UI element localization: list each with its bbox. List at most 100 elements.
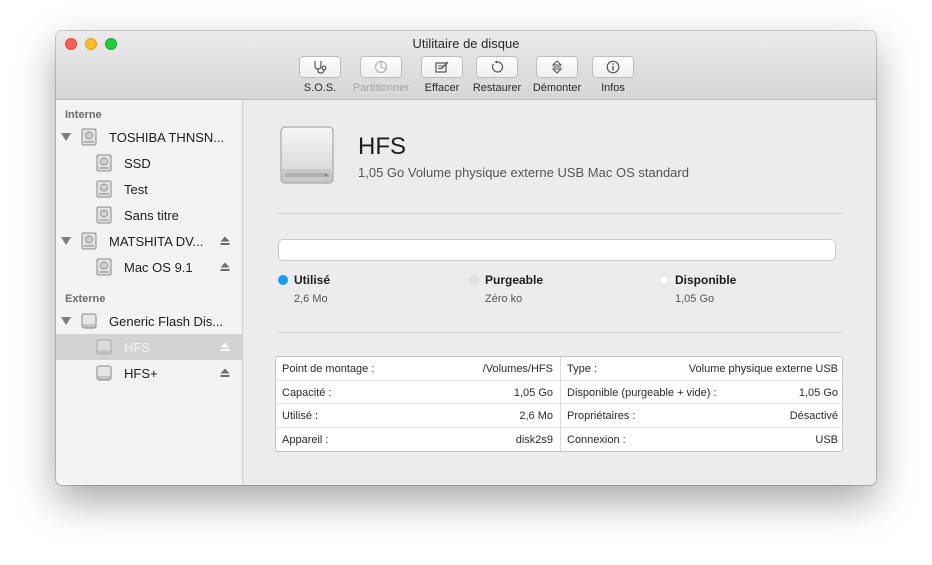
main-panel: HFS 1,05 Go Volume physique externe USB …	[243, 100, 876, 485]
divider	[277, 213, 843, 214]
info-label: Infos	[601, 82, 625, 94]
sidebar-item-ssd[interactable]: SSD	[56, 150, 242, 176]
external-volume-icon	[96, 339, 112, 355]
sidebar-item-hfs[interactable]: HFS	[56, 334, 242, 360]
sidebar-item-label: TOSHIBA THNSN...	[109, 130, 225, 145]
sidebar: Interne TOSHIBA THNSN... SSD Test Sans t…	[56, 100, 243, 485]
external-disk-icon	[81, 313, 97, 329]
info-column-right: Type : Volume physique externe USB Dispo…	[560, 357, 844, 451]
stethoscope-icon	[314, 61, 327, 74]
sidebar-item-toshiba[interactable]: TOSHIBA THNSN...	[56, 124, 242, 150]
used-color-dot	[278, 275, 288, 285]
erase-button[interactable]	[421, 56, 463, 78]
info-key: Connexion :	[567, 433, 626, 446]
usage-bar	[278, 239, 836, 261]
info-row: Propriétaires : Désactivé	[561, 404, 844, 428]
legend-available-label: Disponible	[675, 273, 737, 287]
disclosure-triangle-icon[interactable]	[61, 237, 71, 245]
info-tool[interactable]: Infos	[578, 56, 648, 94]
eject-icon[interactable]	[220, 262, 230, 272]
sidebar-item-mac-os-9[interactable]: Mac OS 9.1	[56, 254, 242, 280]
volume-disk-icon	[96, 258, 112, 276]
sidebar-item-hfs-plus[interactable]: HFS+	[56, 360, 242, 386]
sidebar-item-matshita[interactable]: MATSHITA DV...	[56, 228, 242, 254]
legend-purgeable-label: Purgeable	[485, 273, 544, 287]
info-value: USB	[815, 433, 838, 446]
info-key: Propriétaires :	[567, 410, 636, 422]
external-drive-large-icon	[280, 126, 334, 184]
partition-button	[360, 56, 402, 78]
info-value: Volume physique externe USB	[688, 363, 838, 375]
restore-button[interactable]	[476, 56, 518, 78]
internal-disk-icon	[81, 128, 97, 146]
external-section-header: Externe	[65, 293, 106, 305]
info-row: Connexion : USB	[561, 428, 844, 452]
restore-icon	[491, 60, 504, 73]
volume-name: HFS	[358, 133, 406, 160]
first-aid-tool[interactable]: S.O.S.	[285, 56, 355, 94]
unmount-button[interactable]	[536, 56, 578, 78]
info-key: Disponible (purgeable + vide) :	[567, 386, 717, 399]
sidebar-item-label: SSD	[124, 156, 151, 171]
sidebar-item-label: Test	[124, 182, 148, 197]
info-row: Disponible (purgeable + vide) : 1,05 Go	[561, 381, 844, 404]
info-value: disk2s9	[515, 433, 553, 446]
sidebar-item-label: MATSHITA DV...	[109, 234, 204, 249]
volume-disk-icon	[96, 154, 112, 172]
legend-used-value: 2,6 Mo	[294, 293, 328, 305]
title-bar: Utilitaire de disque S.O.S. Partitionner	[56, 31, 876, 100]
info-table: Point de montage : /Volumes/HFS Capacité…	[275, 356, 844, 452]
legend-used-label: Utilisé	[294, 273, 331, 287]
info-column-left: Point de montage : /Volumes/HFS Capacité…	[276, 357, 559, 451]
sidebar-item-label: Mac OS 9.1	[124, 260, 193, 275]
disk-utility-window: Utilitaire de disque S.O.S. Partitionner	[56, 31, 876, 485]
volume-disk-icon	[96, 180, 112, 198]
info-value: 2,6 Mo	[519, 410, 553, 422]
volume-disk-icon	[96, 206, 112, 224]
sidebar-item-label: Generic Flash Dis...	[109, 314, 224, 329]
info-row: Type : Volume physique externe USB	[561, 357, 844, 381]
info-row: Point de montage : /Volumes/HFS	[276, 357, 559, 381]
optical-drive-icon	[81, 232, 97, 250]
legend-purgeable-value: Zéro ko	[485, 293, 523, 305]
info-key: Utilisé :	[282, 410, 319, 422]
info-key: Type :	[567, 363, 597, 375]
sidebar-item-label: HFS+	[124, 366, 158, 381]
eject-icon[interactable]	[220, 368, 230, 378]
info-row: Capacité : 1,05 Go	[276, 381, 559, 404]
pie-partition-icon	[374, 60, 388, 74]
info-value: 1,05 Go	[798, 386, 838, 399]
sidebar-item-label: HFS	[124, 340, 150, 355]
erase-icon	[435, 61, 449, 73]
info-value: 1,05 Go	[513, 386, 553, 399]
sidebar-item-test[interactable]: Test	[56, 176, 242, 202]
available-color-dot	[659, 275, 669, 285]
internal-section-header: Interne	[65, 109, 102, 121]
info-row: Utilisé : 2,6 Mo	[276, 404, 559, 428]
first-aid-label: S.O.S.	[303, 82, 337, 94]
info-icon	[606, 60, 620, 74]
disclosure-triangle-icon[interactable]	[61, 133, 71, 141]
volume-description: 1,05 Go Volume physique externe USB Mac …	[358, 165, 689, 180]
info-value: /Volumes/HFS	[482, 363, 553, 375]
info-key: Capacité :	[282, 386, 332, 399]
partition-tool: Partitionner	[346, 56, 416, 94]
sidebar-item-label: Sans titre	[124, 208, 179, 223]
disclosure-triangle-icon[interactable]	[61, 317, 71, 325]
info-key: Appareil :	[282, 433, 329, 446]
legend-available-value: 1,05 Go	[675, 293, 715, 305]
purgeable-color-dot	[469, 275, 479, 285]
partition-label: Partitionner	[352, 82, 410, 94]
eject-icon[interactable]	[220, 236, 230, 246]
info-button[interactable]	[592, 56, 634, 78]
divider	[277, 332, 843, 333]
sidebar-item-sans-titre[interactable]: Sans titre	[56, 202, 242, 228]
info-row: Appareil : disk2s9	[276, 428, 559, 452]
window-title: Utilitaire de disque	[412, 36, 520, 51]
first-aid-button[interactable]	[299, 56, 341, 78]
info-key: Point de montage :	[282, 363, 375, 375]
sidebar-item-generic-flash[interactable]: Generic Flash Dis...	[56, 308, 242, 334]
external-volume-icon	[96, 365, 112, 381]
unmount-icon	[551, 60, 563, 74]
eject-icon[interactable]	[220, 342, 230, 352]
